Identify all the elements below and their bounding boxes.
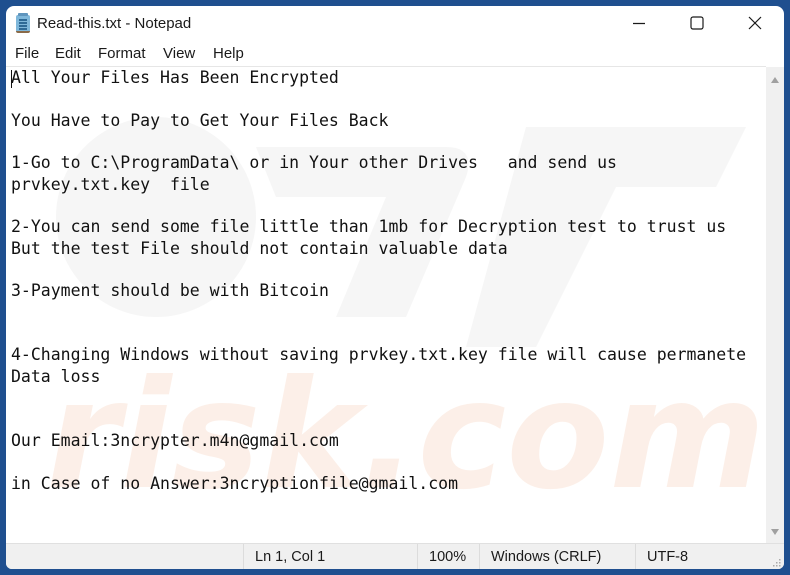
text-editor[interactable]: risk.com All Your Files Has Been Encrypt… (6, 66, 766, 544)
status-zoom: 100% (417, 544, 479, 569)
maximize-button[interactable] (668, 6, 726, 40)
close-button[interactable] (726, 6, 784, 40)
status-bar: Ln 1, Col 1 100% Windows (CRLF) UTF-8 (6, 543, 784, 569)
minimize-button[interactable] (610, 6, 668, 40)
minimize-icon (633, 22, 645, 25)
status-cursor-position: Ln 1, Col 1 (243, 544, 417, 569)
window-title: Read-this.txt - Notepad (37, 15, 192, 32)
menu-bar: File Edit Format View Help (6, 44, 784, 66)
resize-grip-icon[interactable] (771, 557, 781, 567)
title-bar[interactable]: Read-this.txt - Notepad (6, 6, 784, 42)
menu-help[interactable]: Help (213, 45, 244, 62)
menu-format[interactable]: Format (98, 45, 146, 62)
document-text[interactable]: All Your Files Has Been Encrypted You Ha… (11, 67, 746, 494)
scroll-down-arrow-icon[interactable] (771, 529, 779, 535)
close-icon (748, 16, 762, 30)
notepad-icon (16, 13, 30, 33)
menu-edit[interactable]: Edit (55, 45, 81, 62)
maximize-icon (690, 16, 704, 30)
menu-view[interactable]: View (163, 45, 195, 62)
scroll-up-arrow-icon[interactable] (771, 77, 779, 83)
status-encoding: UTF-8 (635, 544, 765, 569)
notepad-window: Read-this.txt - Notepad File Edit Format… (6, 6, 784, 569)
status-line-ending: Windows (CRLF) (479, 544, 635, 569)
menu-file[interactable]: File (15, 45, 39, 62)
vertical-scrollbar[interactable] (766, 67, 784, 543)
